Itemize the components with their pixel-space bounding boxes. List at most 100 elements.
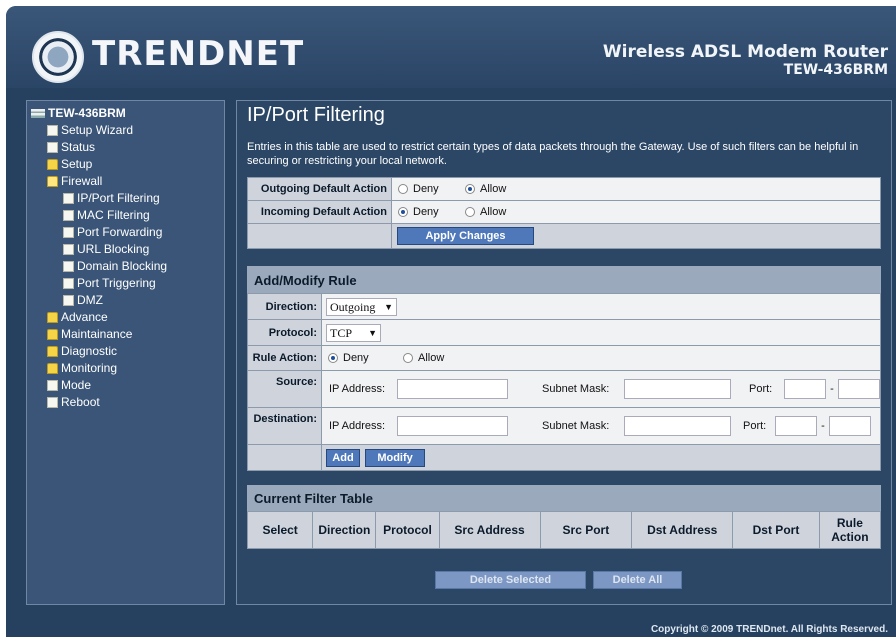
add-button[interactable]: Add [326,448,360,467]
sidebar-item-label: Setup [61,157,93,171]
outgoing-default-action-options: Deny Allow [391,177,881,201]
sidebar-item-label: Firewall [61,174,103,188]
current-filter-table-heading: Current Filter Table [247,485,881,512]
current-filter-table: Current Filter Table Select Direction Pr… [246,485,882,549]
destination-port-start-input[interactable] [775,416,817,436]
chevron-down-icon: ▼ [368,327,377,338]
direction-select[interactable]: Outgoing ▼ [326,297,397,316]
column-header-dst-port: Dst Port [732,511,820,549]
sidebar-item-setup-wizard[interactable]: Setup Wizard [31,122,224,139]
page-icon [47,142,58,153]
sidebar-item-label: Domain Blocking [77,259,168,273]
sidebar-item-domain-blocking[interactable]: Domain Blocking [31,258,224,275]
sidebar-item-label: Advance [61,310,108,324]
rule-action-deny-radio[interactable] [328,353,338,363]
folder-icon [47,346,58,357]
sidebar-nav: TEW-436BRM Setup Wizard Status Setup Fir… [26,100,225,605]
source-label: Source: [247,370,322,408]
column-header-src-address: Src Address [438,511,541,549]
column-header-protocol: Protocol [375,511,440,549]
destination-subnet-label: Subnet Mask: [542,420,610,432]
sidebar-root-label: TEW-436BRM [48,106,126,120]
chevron-down-icon: ▼ [384,301,393,312]
add-modify-rule-heading: Add/Modify Rule [247,266,881,294]
incoming-deny-radio[interactable] [398,207,408,217]
source-port-start-input[interactable] [784,379,826,399]
delete-selected-button[interactable]: Delete Selected [435,571,586,589]
sidebar-item-port-triggering[interactable]: Port Triggering [31,275,224,292]
protocol-cell: TCP ▼ [321,319,881,346]
sidebar-item-url-blocking[interactable]: URL Blocking [31,241,224,258]
sidebar-item-dmz[interactable]: DMZ [31,292,224,309]
page-icon [63,278,74,289]
destination-cell: IP Address: Subnet Mask: Port: - [321,407,881,445]
destination-ip-label: IP Address: [329,420,386,432]
page-description: Entries in this table are used to restri… [247,141,859,167]
outgoing-default-action-label: Outgoing Default Action [247,177,392,201]
incoming-allow-radio[interactable] [465,207,475,217]
source-ip-input[interactable] [397,379,508,399]
incoming-default-action-options: Deny Allow [391,200,881,224]
sidebar-item-reboot[interactable]: Reboot [31,394,224,411]
sidebar-root[interactable]: TEW-436BRM [31,105,224,122]
sidebar-item-monitoring[interactable]: Monitoring [31,360,224,377]
folder-open-icon [47,176,58,187]
sidebar-item-label: DMZ [77,293,103,307]
sidebar-item-port-forwarding[interactable]: Port Forwarding [31,224,224,241]
add-modify-rule-table: Add/Modify Rule Direction: Outgoing ▼ Pro… [247,266,881,471]
sidebar-item-advance[interactable]: Advance [31,309,224,326]
sidebar-item-label: Port Forwarding [77,225,163,239]
outgoing-allow-radio[interactable] [465,184,475,194]
trendnet-logo-icon [32,31,84,83]
destination-port-end-input[interactable] [829,416,871,436]
sidebar-item-label: Mode [61,378,92,392]
page-icon [63,227,74,238]
apply-row: Apply Changes [391,223,881,249]
sidebar-item-label: Setup Wizard [61,123,134,137]
folder-icon [47,159,58,170]
protocol-label: Protocol: [247,319,322,346]
default-actions-table: Outgoing Default Action Deny Allow Incom… [247,177,881,249]
page-icon [47,125,58,136]
sidebar-item-diagnostic[interactable]: Diagnostic [31,343,224,360]
sidebar-item-mode[interactable]: Mode [31,377,224,394]
source-ip-label: IP Address: [329,383,386,395]
page-icon [63,261,74,272]
source-subnet-input[interactable] [624,379,731,399]
destination-subnet-input[interactable] [624,416,731,436]
column-header-direction: Direction [312,511,377,549]
source-port-end-input[interactable] [838,379,880,399]
folder-icon [47,363,58,374]
direction-label: Direction: [247,293,322,320]
add-row-spacer [247,444,322,471]
sidebar-item-label: URL Blocking [77,242,150,256]
sidebar-item-status[interactable]: Status [31,139,224,156]
sidebar-item-mac-filtering[interactable]: MAC Filtering [31,207,224,224]
sidebar-item-label: Reboot [61,395,100,409]
page-title: IP/Port Filtering [247,104,385,126]
rule-action-allow-radio[interactable] [403,353,413,363]
outgoing-deny-radio[interactable] [398,184,408,194]
modify-button[interactable]: Modify [365,448,426,467]
apply-changes-button[interactable]: Apply Changes [397,227,534,245]
sidebar-item-ip-port-filtering[interactable]: IP/Port Filtering [31,190,224,207]
outgoing-allow-label: Allow [480,183,507,195]
delete-all-button[interactable]: Delete All [593,571,682,589]
column-header-dst-address: Dst Address [631,511,734,549]
sidebar-item-label: MAC Filtering [77,208,150,222]
model-name: TEW-436BRM [783,62,888,78]
destination-ip-input[interactable] [397,416,508,436]
page-icon [63,244,74,255]
sidebar-item-firewall[interactable]: Firewall [31,173,224,190]
protocol-select[interactable]: TCP ▼ [326,323,381,342]
header-bar: TRENDNET Wireless ADSL Modem Router TEW-… [6,6,896,88]
source-cell: IP Address: Subnet Mask: Port: - [321,370,881,408]
destination-port-dash: - [821,420,825,432]
direction-cell: Outgoing ▼ [321,293,881,320]
sidebar-item-label: Status [61,140,96,154]
sidebar-item-label: Port Triggering [77,276,156,290]
sidebar-item-setup[interactable]: Setup [31,156,224,173]
sidebar-item-maintainance[interactable]: Maintainance [31,326,224,343]
column-header-rule-action: Rule Action [818,511,882,549]
destination-port-label: Port: [743,420,767,432]
